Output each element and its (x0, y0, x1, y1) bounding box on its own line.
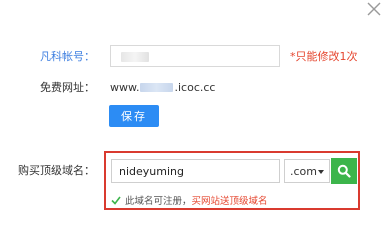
account-masked-value (121, 52, 149, 62)
free-url-label: 免费网址： (40, 81, 95, 94)
domain-availability-status: 此域名可注册， 买网站送顶级域名 (111, 193, 268, 207)
free-url-prefix: www. (110, 80, 140, 94)
search-icon (337, 164, 351, 178)
availability-text: 此域名可注册， (125, 196, 192, 207)
close-icon (366, 1, 382, 17)
domain-search-box: .com 此域名可注册， 买网站送顶级域名 (104, 151, 360, 210)
domain-input[interactable] (111, 159, 280, 183)
tld-selected-value: .com (290, 164, 317, 178)
free-url-masked-subdomain (140, 83, 174, 92)
check-icon (111, 196, 121, 205)
free-url-row: 免费网址： www. .icoc.cc (0, 76, 390, 98)
promo-link[interactable]: 买网站送顶级域名 (192, 193, 268, 207)
free-url-suffix: .icoc.cc (174, 80, 216, 94)
account-change-note: *只能修改1次 (290, 50, 358, 63)
free-url-value: www. .icoc.cc (110, 81, 215, 94)
account-row: 凡科帐号： *只能修改1次 (0, 45, 390, 67)
account-field[interactable] (110, 45, 280, 67)
close-button[interactable] (366, 1, 382, 17)
save-button[interactable]: 保存 (109, 105, 159, 127)
chevron-down-icon (318, 170, 324, 174)
search-button[interactable] (331, 158, 357, 184)
tld-select[interactable]: .com (284, 159, 330, 183)
account-label: 凡科帐号： (40, 50, 95, 63)
buy-domain-label: 购买顶级域名： (18, 164, 95, 177)
